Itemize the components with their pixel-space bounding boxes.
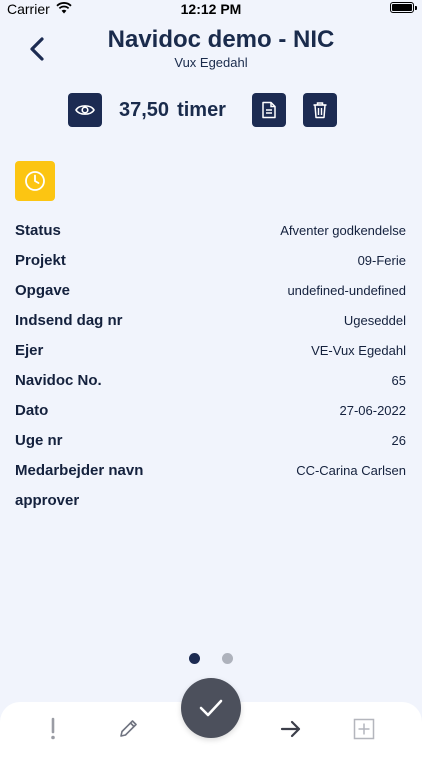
detail-label: Navidoc No.	[15, 372, 102, 389]
delete-button[interactable]	[303, 93, 337, 127]
detail-row-status: Status Afventer godkendelse	[15, 222, 406, 252]
details-list: Status Afventer godkendelse Projekt 09-F…	[15, 222, 406, 522]
detail-value: 09-Ferie	[357, 253, 406, 268]
hours-unit: timer	[177, 99, 226, 121]
page-dot[interactable]	[222, 653, 233, 664]
page-subtitle: Vux Egedahl	[174, 55, 248, 70]
document-button[interactable]	[252, 93, 286, 127]
detail-row-opgave: Opgave undefined-undefined	[15, 282, 406, 312]
detail-label: Ejer	[15, 342, 44, 359]
detail-value: VE-Vux Egedahl	[311, 343, 406, 358]
clock-time: 12:12 PM	[180, 1, 242, 17]
alert-button[interactable]	[38, 714, 68, 744]
trash-icon	[313, 102, 327, 119]
approve-button[interactable]	[181, 678, 241, 738]
detail-label: Uge nr	[15, 432, 63, 449]
detail-value: CC-Carina Carlsen	[296, 463, 406, 478]
battery-icon	[390, 2, 417, 13]
view-button[interactable]	[68, 93, 102, 127]
document-icon	[262, 101, 276, 119]
plus-square-icon	[353, 718, 375, 740]
detail-row-medarbejder: Medarbejder navn CC-Carina Carlsen	[15, 462, 406, 492]
hours-value: 37,50	[119, 99, 170, 121]
eye-icon	[75, 105, 95, 115]
detail-row-projekt: Projekt 09-Ferie	[15, 252, 406, 282]
checkmark-icon	[199, 699, 223, 717]
detail-row-uge-nr: Uge nr 26	[15, 432, 406, 462]
detail-label: Projekt	[15, 252, 66, 269]
arrow-right-icon	[280, 720, 301, 738]
page-title: Navidoc demo - NIC	[107, 26, 335, 53]
exclamation-icon	[51, 717, 55, 740]
detail-row-indsend-dag: Indsend dag nr Ugeseddel	[15, 312, 406, 342]
detail-label: approver	[15, 492, 80, 509]
hours-total: 37,50 timer	[119, 99, 226, 122]
detail-row-dato: Dato 27-06-2022	[15, 402, 406, 432]
detail-label: Dato	[15, 402, 49, 419]
detail-value: Ugeseddel	[343, 313, 406, 328]
detail-row-approver: approver	[15, 492, 406, 522]
detail-row-ejer: Ejer VE-Vux Egedahl	[15, 342, 406, 372]
edit-button[interactable]	[113, 714, 143, 744]
detail-value: undefined-undefined	[287, 283, 406, 298]
detail-value: 27-06-2022	[339, 403, 407, 418]
detail-value: 65	[391, 373, 406, 388]
detail-label: Indsend dag nr	[15, 312, 123, 329]
detail-label: Opgave	[15, 282, 71, 299]
forward-button[interactable]	[276, 714, 306, 744]
detail-value: Afventer godkendelse	[280, 223, 406, 238]
page-indicator	[0, 653, 422, 664]
detail-value: 26	[391, 433, 406, 448]
page-dot-active[interactable]	[189, 653, 200, 664]
detail-row-navidoc-no: Navidoc No. 65	[15, 372, 406, 402]
detail-label: Medarbejder navn	[15, 462, 144, 479]
status-badge	[15, 161, 55, 201]
clock-icon	[25, 171, 45, 191]
pencil-icon	[120, 720, 137, 737]
add-button[interactable]	[349, 714, 379, 744]
status-bar: Carrier 12:12 PM	[0, 0, 422, 18]
detail-label: Status	[15, 222, 61, 239]
